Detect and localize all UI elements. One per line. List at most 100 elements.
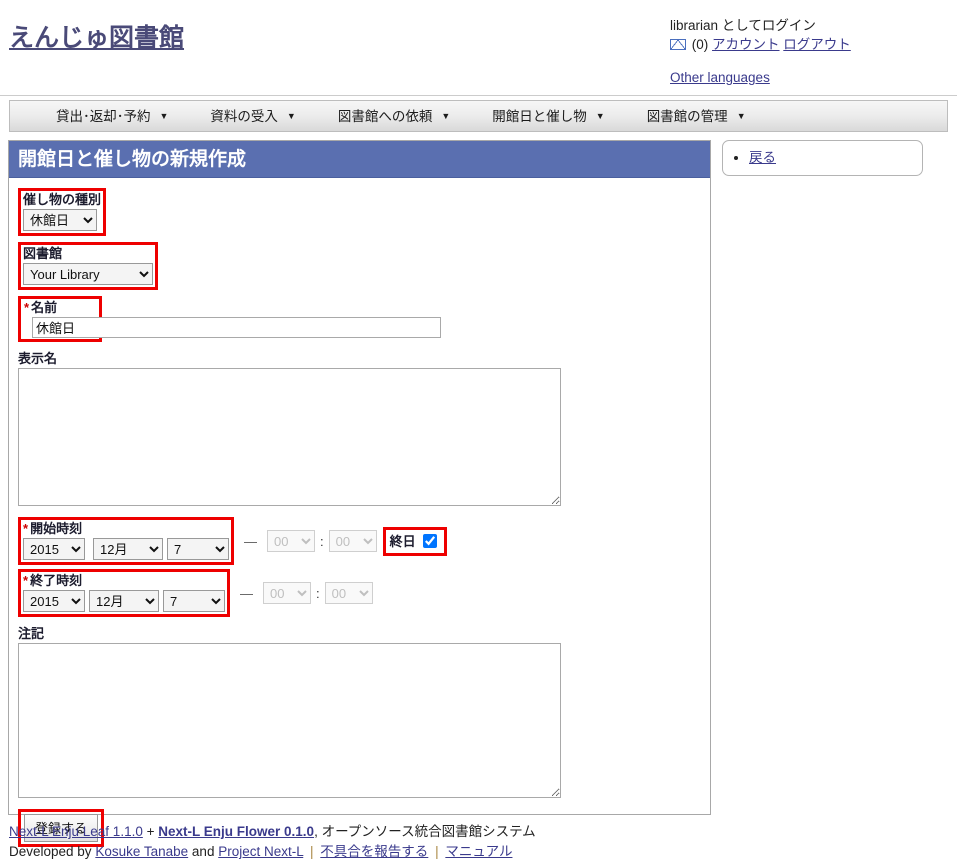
footer-and: and [191,844,215,859]
page-header: えんじゅ図書館 librarian としてログイン (0) アカウント ログアウ… [0,0,957,96]
all-day-checkbox-label[interactable]: 終日 [390,531,440,551]
sidebar-box: 戻る [722,140,923,176]
footer-report-bug-link[interactable]: 不具合を報告する [320,844,428,859]
start-at-label-text: 開始時刻 [30,521,83,536]
footer-separator: | [435,844,439,859]
nav-item-requests-label: 図書館への依頼 [337,109,433,124]
end-date-selects: 2015 12月 7 [23,590,225,612]
event-category-highlight: 催し物の種別 休館日 [18,188,107,236]
end-at-row: * 終了時刻 2015 12月 7 — 00: 00 [18,569,701,617]
start-at-row: * 開始時刻 2015 12月 7 — 00: 00 終日 [18,517,701,565]
footer-credits-row: Developed by Kosuke Tanabe and Project N… [9,842,536,862]
end-month-select[interactable]: 12月 [89,590,159,612]
sidebar-item-back-link[interactable]: 戻る [749,150,776,165]
message-count: (0) [691,37,709,52]
footer-manual-link[interactable]: マニュアル [445,844,512,859]
display-name-label: 表示名 [18,351,58,366]
field-event-category: 催し物の種別 休館日 [18,188,701,236]
name-label-text: 名前 [31,300,58,315]
login-suffix-label: としてログイン [718,18,816,33]
sidebar-list: 戻る [733,148,912,167]
footer-flower-link[interactable]: Next-L Enju Flower 0.1.0 [158,824,314,839]
footer-leaf-link[interactable]: Next-L Enju Leaf 1.1.0 [9,824,143,839]
footer-plus: + [146,824,155,839]
main-navigation: 貸出･返却･予約 ▼ 資料の受入 ▼ 図書館への依頼 ▼ 開館日と催し物 ▼ 図書館の管… [9,100,948,132]
page-footer: Next-L Enju Leaf 1.1.0 + Next-L Enju Flo… [9,822,536,862]
library-label: 図書館 [23,246,63,261]
end-time-dash: — [240,585,253,601]
name-label: * 名前 [21,299,99,317]
start-at-highlight: * 開始時刻 2015 12月 7 [18,517,234,565]
end-time-colon: : [316,585,320,601]
nav-item-acquisition[interactable]: 資料の受入 ▼ [196,101,309,131]
note-textarea[interactable] [18,643,561,798]
end-at-label-text: 終了時刻 [30,573,83,588]
end-year-select[interactable]: 2015 [23,590,85,612]
all-day-highlight: 終日 [382,526,447,556]
event-category-label: 催し物の種別 [23,192,102,207]
end-minute-select[interactable]: 00 [324,582,373,604]
start-month-select[interactable]: 12月 [93,538,163,560]
start-at-label: * 開始時刻 [23,520,229,538]
event-form: 催し物の種別 休館日 図書館 Your Library * 名前 休館日 表示名… [9,178,710,847]
nav-item-acquisition-label: 資料の受入 [210,109,278,124]
chevron-down-icon: ▼ [159,111,169,121]
name-input[interactable] [32,317,441,338]
footer-project-link[interactable]: Project Next-L [218,844,303,859]
nav-item-events-label: 開館日と催し物 [492,109,587,124]
event-category-select[interactable]: 休館日 [23,209,97,231]
nav-item-circulation-label: 貸出･返却･予約 [56,109,151,124]
footer-developed-by: Developed by [9,844,92,859]
user-session-block: librarian としてログイン (0) アカウント ログアウト [670,16,851,54]
field-start-at: * 開始時刻 2015 12月 7 — 00: 00 終日 [18,517,701,565]
sidebar-item-back[interactable]: 戻る [749,148,912,167]
end-at-label: * 終了時刻 [23,572,225,590]
start-day-select[interactable]: 7 [167,538,229,560]
site-title-link[interactable]: えんじゅ図書館 [9,18,184,54]
footer-separator: | [310,844,314,859]
content-panel: 開館日と催し物の新規作成 催し物の種別 休館日 図書館 Your Library [8,140,711,847]
other-languages-link[interactable]: Other languages [670,70,770,85]
nav-item-events[interactable]: 開館日と催し物 ▼ [478,101,618,131]
footer-version-row: Next-L Enju Leaf 1.1.0 + Next-L Enju Flo… [9,822,536,842]
logout-link[interactable]: ログアウト [783,37,851,52]
chevron-down-icon: ▼ [286,111,296,121]
footer-author-link[interactable]: Kosuke Tanabe [95,844,188,859]
required-marker: * [24,300,30,315]
start-minute-select[interactable]: 00 [328,530,377,552]
account-link[interactable]: アカウント [712,37,780,52]
start-time-dash: — [244,533,257,549]
chevron-down-icon: ▼ [736,111,746,121]
login-username: librarian [670,18,719,33]
field-end-at: * 終了時刻 2015 12月 7 — 00: 00 [18,569,701,617]
field-note: 注記 [18,625,701,801]
sidebar: 戻る [722,140,923,176]
nav-item-circulation[interactable]: 貸出･返却･予約 ▼ [42,101,182,131]
field-library: 図書館 Your Library [18,242,701,290]
nav-item-requests[interactable]: 図書館への依頼 ▼ [324,101,464,131]
chevron-down-icon: ▼ [441,111,451,121]
end-at-highlight: * 終了時刻 2015 12月 7 [18,569,230,617]
library-highlight: 図書館 Your Library [18,242,158,290]
login-status: librarian としてログイン [670,16,851,35]
library-select[interactable]: Your Library [23,263,153,285]
end-hour-select[interactable]: 00 [263,582,311,604]
start-time-colon: : [320,533,324,549]
page-title: 開館日と催し物の新規作成 [9,141,710,178]
nav-item-administration-label: 図書館の管理 [646,109,728,124]
user-links-row: (0) アカウント ログアウト [670,35,851,54]
note-label: 注記 [18,626,45,641]
chevron-down-icon: ▼ [595,111,605,121]
nav-item-administration[interactable]: 図書館の管理 ▼ [633,101,760,131]
field-display-name: 表示名 [18,350,701,509]
envelope-icon[interactable] [670,39,686,50]
required-marker: * [23,573,29,588]
all-day-label-text: 終日 [389,534,416,549]
end-day-select[interactable]: 7 [163,590,225,612]
display-name-textarea[interactable] [18,368,561,506]
all-day-checkbox[interactable] [422,533,437,548]
start-year-select[interactable]: 2015 [23,538,85,560]
start-date-selects: 2015 12月 7 [23,538,229,560]
start-hour-select[interactable]: 00 [267,530,315,552]
required-marker: * [23,521,29,536]
